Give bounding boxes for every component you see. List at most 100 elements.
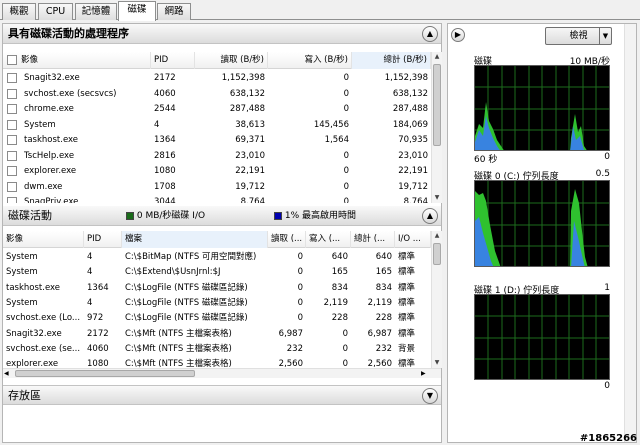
disk-activity-row[interactable]: System 4 C:\$Extend\$UsnJrnl:$J 0 165 165 標準: [3, 264, 431, 280]
activity-total-cell: 640: [375, 252, 392, 262]
activity-image-cell: taskhost.exe: [6, 282, 61, 293]
scroll-down-icon[interactable]: ▼: [432, 193, 442, 203]
disk-activity-title: 磁碟活動: [8, 209, 52, 222]
column-image-label: 影像: [21, 55, 39, 65]
tab-cpu[interactable]: CPU: [38, 3, 73, 20]
process-write-cell: 0: [343, 104, 349, 114]
column-io-priority[interactable]: I/O ...: [395, 231, 431, 248]
column-image[interactable]: 影像: [3, 52, 151, 69]
activity-pid-cell: 972: [87, 313, 104, 324]
activity-image-cell: svchost.exe (Lo...: [6, 313, 81, 324]
storage-section-header[interactable]: 存放區 ▼: [3, 385, 441, 405]
process-read-cell: 287,488: [229, 104, 265, 114]
activity-io-priority-cell: 背景: [398, 343, 416, 354]
disk-activity-vscrollbar[interactable]: ▲ ▼: [431, 231, 442, 368]
process-checkbox[interactable]: [7, 119, 17, 130]
disk-activity-row[interactable]: System 4 C:\$BitMap (NTFS 可用空間對應) 0 640 640 標準: [3, 249, 431, 265]
select-all-checkbox[interactable]: [7, 55, 17, 65]
scroll-up-icon[interactable]: ▲: [432, 52, 442, 62]
activity-io-priority-cell: 標準: [398, 282, 416, 293]
column-write[interactable]: 寫入 (...: [306, 231, 351, 248]
activity-total-cell: 834: [375, 282, 392, 293]
disk-activity-table-header: 影像 PID 檔案 讀取 (... 寫入 (... 總計 (... I/O ..…: [3, 231, 431, 248]
process-row[interactable]: System 4 38,613 145,456 184,069: [3, 117, 431, 133]
tab-network[interactable]: 網路: [157, 3, 191, 20]
process-checkbox[interactable]: [7, 166, 17, 176]
right-panel-scrollbar[interactable]: [624, 24, 636, 442]
collapse-processes-button[interactable]: ▲: [422, 26, 438, 42]
queue-c-graph-max: 0.5: [595, 169, 610, 179]
collapse-right-panel-button[interactable]: ▶: [451, 28, 465, 42]
chevron-up-icon: ▲: [426, 29, 434, 38]
queue-c-graph-svg: [475, 181, 609, 266]
process-row[interactable]: explorer.exe 1080 22,191 0 22,191: [3, 163, 431, 179]
processes-table-body: Snagit32.exe 2172 1,152,398 0 1,152,398 svcho…: [3, 70, 431, 203]
activity-pid-cell: 4: [87, 297, 93, 308]
hscroll-thumb[interactable]: [15, 370, 195, 377]
chevron-down-icon[interactable]: ▼: [599, 28, 611, 44]
column-read[interactable]: 讀取 (B/秒): [195, 52, 268, 69]
activity-io-priority-cell: 標準: [398, 267, 416, 278]
disk-io-graph-svg: [475, 66, 609, 150]
scroll-thumb[interactable]: [433, 243, 441, 265]
process-row[interactable]: taskhost.exe 1364 69,371 1,564 70,935: [3, 132, 431, 148]
column-image[interactable]: 影像: [3, 231, 84, 248]
activity-file-cell: C:\$LogFile (NTFS 磁碟區記錄): [125, 282, 248, 293]
queue-c-graph: [474, 180, 610, 267]
disk-activity-row[interactable]: svchost.exe (se... 4060 C:\$Mft (NTFS 主檔案表…: [3, 341, 431, 357]
process-pid-cell: 2172: [154, 73, 176, 83]
process-row[interactable]: Snagit32.exe 2172 1,152,398 0 1,152,398: [3, 70, 431, 86]
process-row[interactable]: TscHelp.exe 2816 23,010 0 23,010: [3, 148, 431, 164]
process-write-cell: 145,456: [313, 119, 349, 130]
scroll-right-icon[interactable]: ▶: [421, 369, 426, 378]
activity-read-cell: 0: [297, 313, 303, 324]
process-row[interactable]: svchost.exe (secsvcs) 4060 638,132 0 638,132: [3, 86, 431, 102]
column-total[interactable]: 總計 (...: [351, 231, 395, 248]
disk-activity-row[interactable]: taskhost.exe 1364 C:\$LogFile (NTFS 磁碟區記錄)…: [3, 280, 431, 296]
expand-storage-button[interactable]: ▼: [422, 388, 438, 404]
collapse-disk-activity-button[interactable]: ▲: [422, 208, 438, 224]
column-pid[interactable]: PID: [151, 52, 195, 69]
process-image-cell: dwm.exe: [24, 181, 63, 192]
scroll-left-icon[interactable]: ◀: [4, 369, 9, 378]
activity-read-cell: 0: [297, 267, 303, 278]
process-row[interactable]: chrome.exe 2544 287,488 0 287,488: [3, 101, 431, 117]
process-checkbox[interactable]: [7, 135, 17, 145]
processes-scrollbar[interactable]: ▲ ▼: [431, 52, 442, 203]
tab-disk[interactable]: 磁碟: [118, 1, 156, 21]
process-image-cell: System: [24, 119, 56, 130]
process-checkbox[interactable]: [7, 73, 17, 83]
process-write-cell: 0: [343, 197, 349, 203]
view-button[interactable]: 檢視 ▼: [545, 27, 612, 45]
tab-overview[interactable]: 概觀: [2, 3, 36, 20]
scroll-up-icon[interactable]: ▲: [432, 231, 442, 241]
column-write[interactable]: 寫入 (B/秒): [268, 52, 352, 69]
process-pid-cell: 2544: [154, 104, 176, 114]
process-row[interactable]: dwm.exe 1708 19,712 0 19,712: [3, 179, 431, 195]
scroll-down-icon[interactable]: ▼: [432, 358, 442, 368]
column-read[interactable]: 讀取 (...: [268, 231, 306, 248]
activity-pid-cell: 1364: [87, 282, 109, 293]
process-checkbox[interactable]: [7, 197, 17, 203]
process-write-cell: 0: [343, 181, 349, 192]
process-total-cell: 287,488: [392, 104, 428, 114]
storage-section-title: 存放區: [8, 389, 41, 402]
process-checkbox[interactable]: [7, 150, 17, 161]
column-file-sorted[interactable]: 檔案: [122, 231, 268, 248]
process-checkbox[interactable]: [7, 88, 17, 99]
tab-memory[interactable]: 記憶體: [75, 3, 117, 20]
column-total-sorted[interactable]: 總計 (B/秒): [352, 52, 431, 69]
process-row[interactable]: SnagPriv.exe 3044 8,764 0 8,764: [3, 194, 431, 203]
process-checkbox[interactable]: [7, 181, 17, 192]
disk-activity-row[interactable]: Snagit32.exe 2172 C:\$Mft (NTFS 主檔案表格) 6,98…: [3, 326, 431, 342]
disk-activity-row[interactable]: System 4 C:\$LogFile (NTFS 磁碟區記錄) 0 2,119 2,1…: [3, 295, 431, 311]
scroll-thumb[interactable]: [433, 64, 441, 146]
disk-activity-section-header[interactable]: 磁碟活動 0 MB/秒磁碟 I/O 1% 最高啟用時間 ▲: [3, 206, 441, 226]
disk-activity-hscrollbar[interactable]: ◀ ▶: [3, 368, 441, 378]
process-image-cell: explorer.exe: [24, 166, 77, 176]
process-checkbox[interactable]: [7, 104, 17, 114]
disk-activity-row[interactable]: explorer.exe 1080 C:\$Mft (NTFS 主檔案表格) 2,56…: [3, 356, 431, 368]
column-pid[interactable]: PID: [84, 231, 122, 248]
disk-activity-row[interactable]: svchost.exe (Lo... 972 C:\$LogFile (NTFS 磁…: [3, 310, 431, 326]
processes-section-header[interactable]: 具有磁碟活動的處理程序 ▲: [3, 24, 441, 44]
